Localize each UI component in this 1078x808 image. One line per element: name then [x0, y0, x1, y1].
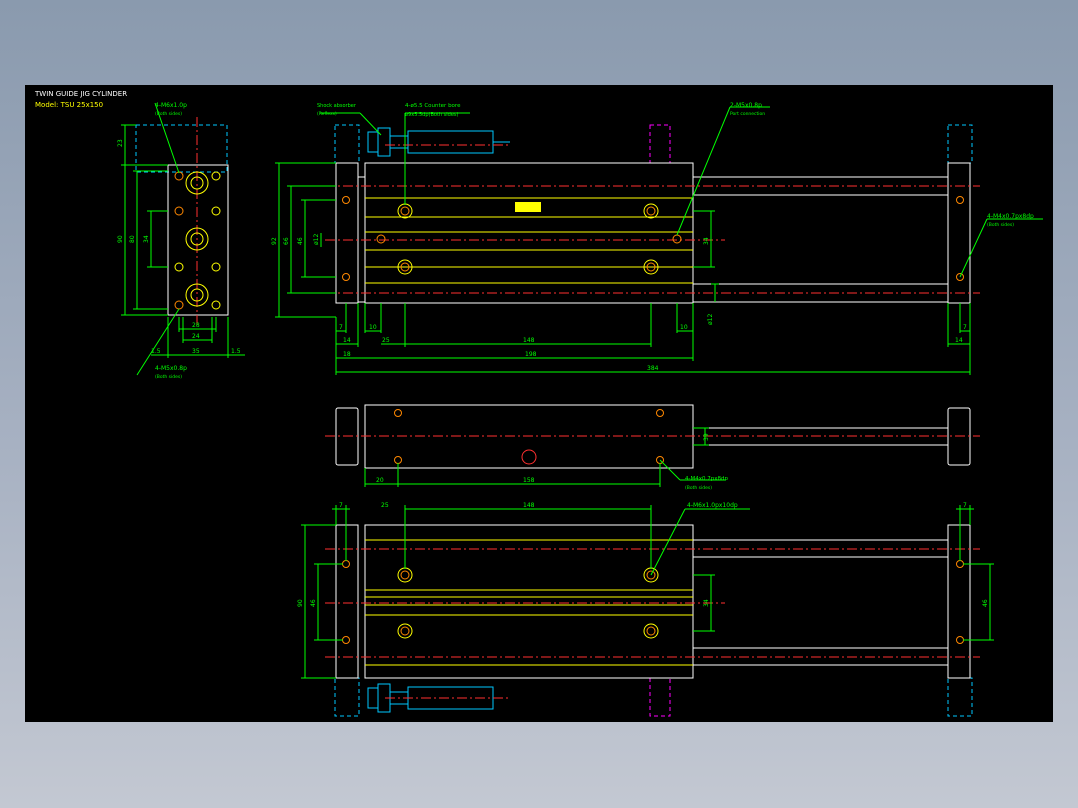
drawing-title: TWIN GUIDE JIG CYLINDER [34, 90, 127, 98]
callout-shock-absorber-sub: (Reflexs) [317, 111, 337, 117]
bottom-end-plate-right [947, 524, 971, 679]
bottom-view: 7 25 148 7 4-M6x1.0px10dp 90 46 34 46 [297, 502, 994, 717]
dim-label: 20 [376, 477, 384, 484]
callout-port-sub: Port connection [730, 111, 765, 117]
dim-label: 148 [523, 337, 535, 344]
front-view: Shock absorber (Reflexs) 4-ø5.5 Counter … [271, 102, 1043, 375]
callout-counterbore-sub: ø9x5.5dp(Both sides) [405, 112, 459, 118]
dim-label: 92 [271, 237, 278, 245]
dim-label: 39 [703, 433, 710, 441]
dim-label: 25 [382, 337, 390, 344]
dim-label: 18 [343, 351, 351, 358]
dim-label: 34 [143, 235, 150, 243]
dim-label: 158 [523, 477, 535, 484]
dim-label: ø12 [313, 234, 320, 245]
dim-label: 46 [982, 599, 989, 607]
dim-label: 46 [310, 599, 317, 607]
bottom-end-plate-left [335, 524, 359, 679]
dim-label: 7 [339, 324, 343, 331]
end-view-body [167, 164, 229, 316]
bottom-dimension-lines [301, 505, 994, 679]
bottom-holes [342, 560, 964, 644]
dim-label: ø12 [707, 314, 714, 325]
dim-label: 7 [963, 324, 967, 331]
bottom-phantom-stop [649, 677, 671, 717]
dim-label: 23 [117, 139, 124, 147]
dim-label: 90 [117, 235, 124, 243]
front-centerlines [325, 185, 980, 294]
end-view-callout-bottom-sub: (Both sides) [155, 374, 182, 380]
front-cylinder-body [364, 162, 694, 304]
dim-label: 384 [647, 365, 659, 372]
end-view-dimension-lines [121, 102, 245, 376]
top-callout: 4-M4x0.7px8dp [685, 476, 728, 482]
top-dimension-lines [364, 427, 725, 487]
bottom-guide-rods [693, 539, 948, 666]
dim-label: 25 [381, 502, 389, 509]
dim-label: 80 [129, 235, 136, 243]
end-view-callout-bottom: 4-M5x0.8p [155, 365, 187, 372]
front-phantom-stop [649, 124, 671, 164]
end-view-callout-top-sub: (Both sides) [155, 111, 182, 117]
dim-label: 10 [680, 324, 688, 331]
shock-absorber-top [367, 127, 510, 157]
front-end-plate-left [335, 162, 359, 304]
cad-drawing-canvas[interactable]: TWIN GUIDE JIG CYLINDER Model: TSU 25x15… [25, 85, 1053, 722]
cad-drawing: TWIN GUIDE JIG CYLINDER Model: TSU 25x15… [34, 90, 1043, 717]
drawing-model: Model: TSU 25x150 [35, 101, 103, 109]
callout-port: 2-M5x0.8p [730, 102, 762, 109]
callout-rod-end-sub: (Both sides) [987, 222, 1014, 228]
dim-label: 148 [523, 502, 535, 509]
bottom-cylinder-body [364, 524, 694, 679]
callout-rod-end: 4-M4x0.7px8dp [987, 213, 1034, 220]
dim-label: 34 [703, 599, 710, 607]
dim-label: 28 [192, 322, 200, 329]
bottom-hidden-left [334, 677, 360, 717]
dim-label: 1.5 [151, 348, 161, 355]
bottom-centerlines [325, 548, 980, 658]
manufacturer-logo-icon [515, 202, 541, 212]
top-holes [394, 409, 664, 465]
front-hidden-right [947, 124, 973, 164]
bottom-callout: 4-M6x1.0px10dp [687, 502, 738, 509]
end-view: 4-M6x1.0p (Both sides) 4-M5x0.8p (Both s… [117, 102, 245, 380]
bottom-hidden-right [947, 677, 973, 717]
front-hidden-left [334, 124, 360, 164]
dim-label: 14 [343, 337, 351, 344]
end-view-callout-top: 4-M6x1.0p [155, 102, 187, 109]
dim-label: 198 [525, 351, 537, 358]
top-view: 39 20 158 4-M4x0.7px8dp (Both sides) [325, 404, 980, 491]
dim-label: 10 [369, 324, 377, 331]
dim-label: 14 [955, 337, 963, 344]
front-end-plate-right [947, 162, 971, 304]
callout-shock-absorber: Shock absorber [317, 103, 357, 109]
dim-label: 7 [339, 502, 343, 509]
dim-label: 24 [192, 333, 200, 340]
front-holes [342, 196, 964, 281]
dim-label: 66 [283, 237, 290, 245]
dim-label: 90 [297, 599, 304, 607]
dim-label: 34 [703, 237, 710, 245]
dim-label: 46 [297, 237, 304, 245]
top-callout-sub: (Both sides) [685, 485, 712, 491]
callout-counterbore: 4-ø5.5 Counter bore [405, 103, 461, 109]
dim-label: 7 [963, 502, 967, 509]
dim-label: 1.5 [231, 348, 241, 355]
dim-label: 35 [192, 348, 200, 355]
